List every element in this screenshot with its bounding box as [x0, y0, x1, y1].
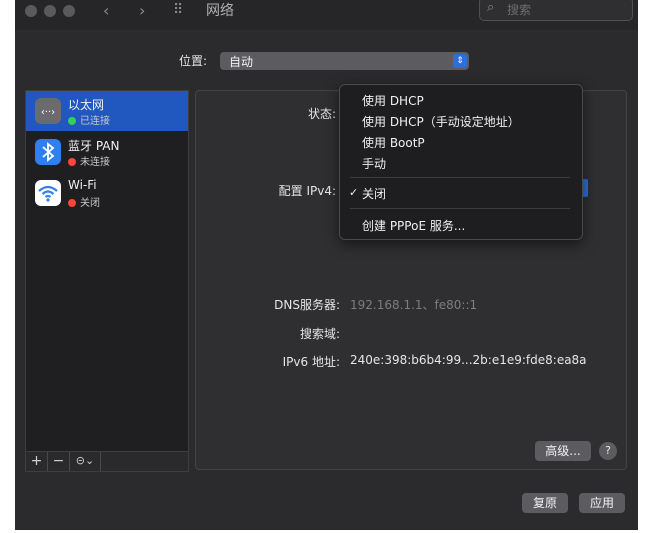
- status-dot-icon: [68, 158, 76, 166]
- help-button[interactable]: ?: [599, 442, 617, 460]
- dns-server-label: DNS服务器:: [274, 298, 340, 312]
- location-select[interactable]: 自动 ⇕: [220, 52, 469, 70]
- advanced-button[interactable]: 高级...: [535, 441, 591, 461]
- menu-separator: [350, 208, 570, 209]
- service-name: 以太网: [68, 98, 105, 112]
- zoom-window-button[interactable]: [63, 5, 75, 17]
- menu-item-bootp[interactable]: 使用 BootP: [362, 134, 425, 151]
- status-dot-icon: [68, 199, 76, 207]
- menu-item-create-pppoe[interactable]: 创建 PPPoE 服务...: [362, 217, 465, 234]
- service-status: 关闭: [68, 194, 100, 209]
- location-value: 自动: [229, 55, 254, 69]
- menu-separator: [350, 177, 570, 178]
- service-status: 未连接: [68, 153, 110, 168]
- service-item-bluetooth-pan[interactable]: 蓝牙 PAN 未连接: [26, 132, 188, 172]
- window-title: 网络: [206, 3, 234, 19]
- configure-ipv4-label: 配置 IPv4:: [278, 184, 336, 198]
- checkmark-icon: ✓: [349, 186, 359, 199]
- ipv6-address-value: 240e:398:b6b4:99...2b:e1e9:fde8:ea8a: [350, 353, 587, 367]
- service-status: 已连接: [68, 112, 110, 127]
- menu-item-dhcp-manual[interactable]: 使用 DHCP（手动设定地址）: [362, 113, 520, 130]
- search-icon: ⌕: [487, 0, 495, 15]
- service-item-wifi[interactable]: Wi-Fi 关闭: [26, 173, 188, 213]
- minimize-window-button[interactable]: [44, 5, 56, 17]
- select-arrows-icon: ⇕: [453, 54, 467, 68]
- grid-icon[interactable]: ⠿: [173, 2, 183, 18]
- apply-button[interactable]: 应用: [579, 493, 625, 513]
- search-field[interactable]: ⌕ 搜索: [479, 0, 633, 21]
- action-menu-button[interactable]: ⊝⌄: [70, 452, 101, 471]
- search-placeholder: 搜索: [507, 3, 532, 17]
- status-label: 状态:: [307, 107, 336, 121]
- service-name: 蓝牙 PAN: [68, 139, 120, 153]
- menu-item-off[interactable]: 关闭: [362, 185, 386, 202]
- title-bar: ‹ › ⠿ 网络 ⌕ 搜索: [15, 0, 638, 30]
- remove-service-button[interactable]: −: [48, 452, 70, 471]
- svg-text:‹··›: ‹··›: [41, 107, 55, 118]
- status-dot-icon: [68, 117, 76, 125]
- forward-icon[interactable]: ›: [139, 1, 145, 20]
- service-list: ‹··› 以太网 已连接 蓝牙 PAN 未连接 Wi-Fi 关闭 + − ⊝⌄: [25, 90, 189, 472]
- add-service-button[interactable]: +: [26, 452, 48, 471]
- network-preferences-window: ‹ › ⠿ 网络 ⌕ 搜索 位置: 自动 ⇕ ‹··› 以太网 已连接 蓝牙 P…: [15, 0, 638, 530]
- sidebar-toolbar: + − ⊝⌄: [26, 451, 188, 471]
- close-window-button[interactable]: [25, 5, 37, 17]
- configure-ipv4-menu: 使用 DHCP 使用 DHCP（手动设定地址） 使用 BootP 手动 ✓ 关闭…: [339, 84, 583, 240]
- service-name: Wi-Fi: [68, 178, 97, 192]
- wifi-icon: [35, 180, 61, 206]
- revert-button[interactable]: 复原: [522, 493, 568, 513]
- bluetooth-icon: [35, 139, 61, 165]
- location-label: 位置:: [179, 54, 208, 68]
- dns-server-value: 192.168.1.1、fe80::1: [350, 298, 478, 312]
- menu-item-dhcp[interactable]: 使用 DHCP: [362, 92, 424, 109]
- menu-item-manual[interactable]: 手动: [362, 155, 386, 172]
- ipv6-address-label: IPv6 地址:: [282, 355, 340, 369]
- ethernet-icon: ‹··›: [35, 98, 61, 124]
- back-icon[interactable]: ‹: [103, 1, 109, 20]
- service-item-ethernet[interactable]: ‹··› 以太网 已连接: [26, 91, 188, 131]
- search-domain-label: 搜索域:: [299, 327, 340, 341]
